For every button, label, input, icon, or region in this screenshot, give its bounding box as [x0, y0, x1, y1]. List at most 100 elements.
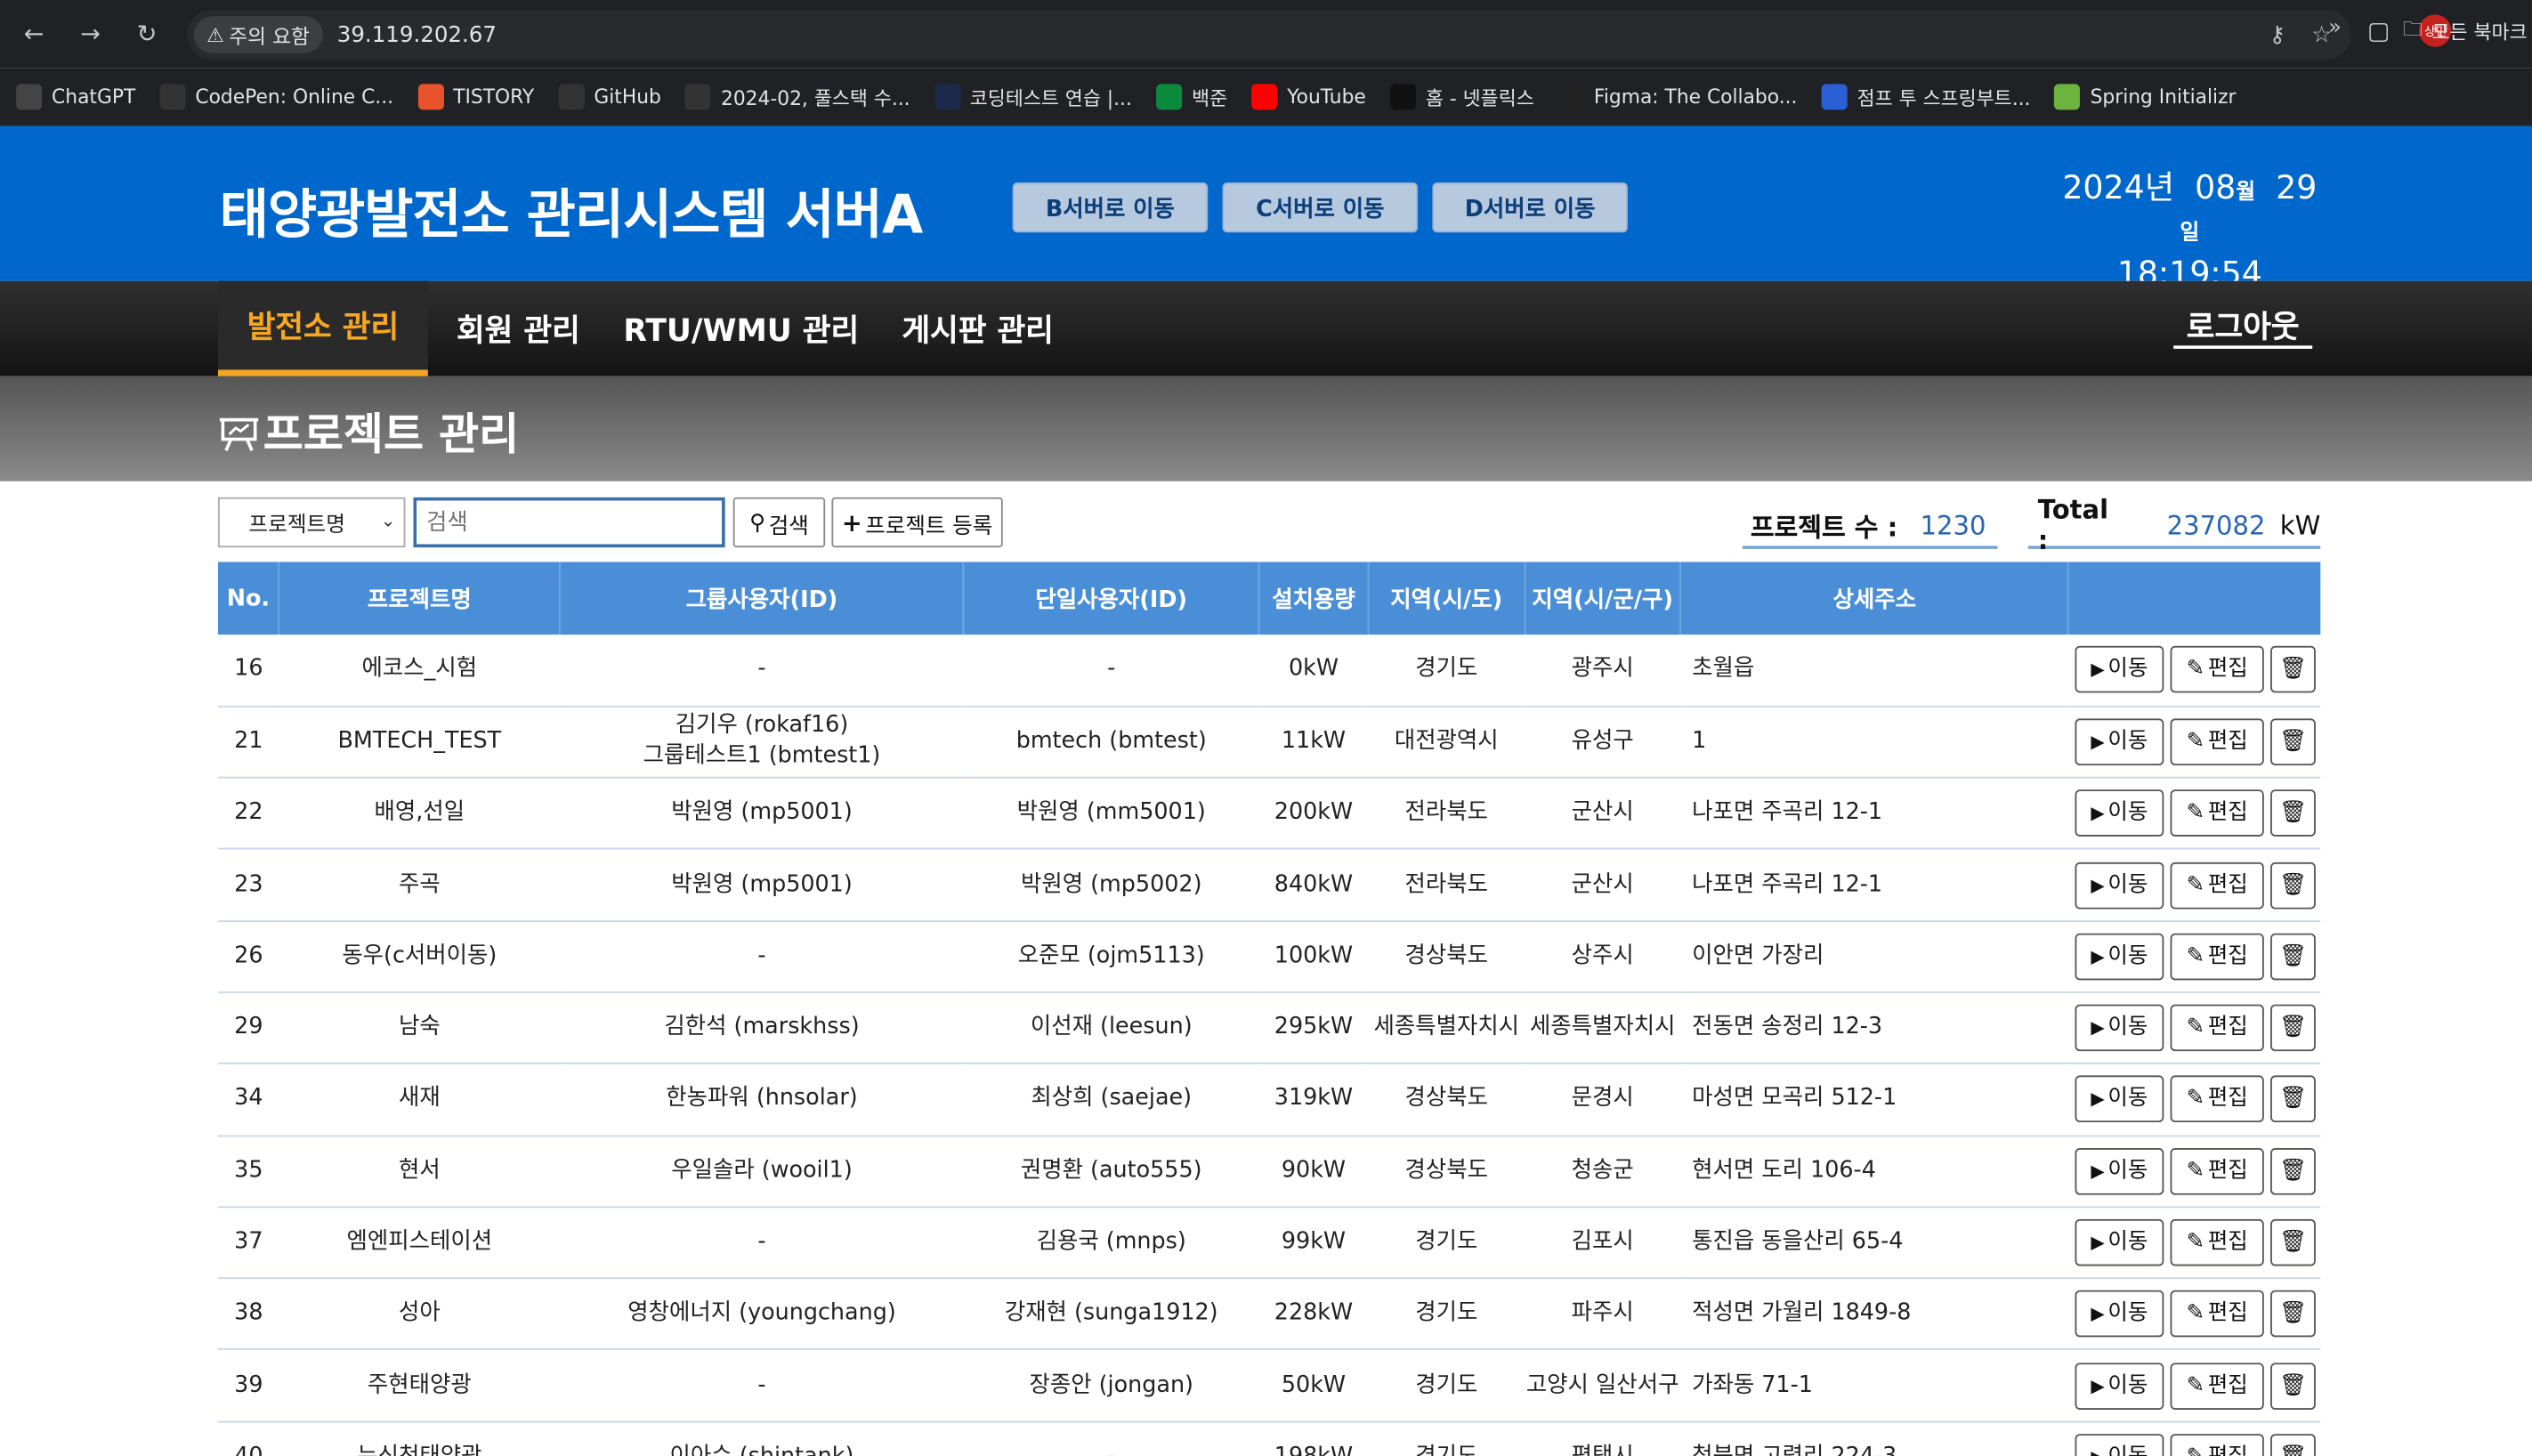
bookmark-item[interactable]: Spring Initializr	[2054, 84, 2237, 110]
edit-icon: ✎	[2186, 870, 2205, 897]
more-bookmarks-icon[interactable]: »	[2328, 16, 2341, 40]
move-button[interactable]: ▶이동	[2075, 1147, 2164, 1195]
youtube-icon	[1251, 84, 1278, 110]
bookmark-item[interactable]: YouTube	[1251, 84, 1366, 110]
delete-button[interactable]: 🗑	[2270, 933, 2316, 981]
register-project-button[interactable]: + 프로젝트 등록	[831, 497, 1003, 548]
trash-icon: 🗑	[2278, 728, 2307, 755]
move-button[interactable]: ▶이동	[2075, 1004, 2164, 1052]
edit-button[interactable]: ✎편집	[2170, 1076, 2264, 1123]
table-row[interactable]: 35 현서 우일솔라 (wooil1) 권명환 (auto555) 90kW 경상북도 청송…	[217, 1136, 2321, 1208]
move-button[interactable]: ▶이동	[2075, 718, 2164, 765]
table-cell: 1	[1692, 728, 1707, 755]
delete-button[interactable]: 🗑	[2270, 718, 2316, 765]
table-cell: -	[757, 656, 766, 683]
bookmark-item[interactable]: TISTORY	[417, 84, 534, 110]
bookmark-item[interactable]: 2024-02, 풀스택 수...	[685, 83, 910, 110]
search-button[interactable]: ⚲ 검색	[732, 497, 826, 548]
bookmark-item[interactable]: GitHub	[558, 84, 661, 110]
delete-button[interactable]: 🗑	[2270, 1147, 2316, 1195]
search-input[interactable]	[413, 497, 725, 548]
table-cell: 전동면 송정리 12-3	[1692, 1014, 1883, 1040]
delete-button[interactable]: 🗑	[2270, 1362, 2316, 1410]
delete-button[interactable]: 🗑	[2270, 646, 2316, 694]
table-row[interactable]: 37 엠엔피스테이션 - 김용국 (mnps) 99kW 경기도 김포시 통진읍 동을산리 6…	[217, 1207, 2321, 1279]
table-row[interactable]: 22 배영,선일 박원영 (mp5001) 박원영 (mm5001) 200kW 전라북도…	[217, 778, 2321, 850]
all-bookmarks-folder[interactable]: 🗀 모든 북마크	[2403, 14, 2528, 48]
delete-button[interactable]: 🗑	[2270, 1076, 2316, 1123]
table-row[interactable]: 39 주현태양광 - 장종안 (jongan) 50kW 경기도 고양시 일산서구 가좌동 7…	[217, 1350, 2321, 1422]
move-button[interactable]: ▶이동	[2075, 1076, 2164, 1123]
move-button[interactable]: ▶이동	[2075, 861, 2164, 909]
table-cell: 11kW	[1281, 728, 1347, 755]
bookmark-item[interactable]: Figma: The Collabo...	[1558, 84, 1797, 110]
table-cell: 강재현 (sunga1912)	[1004, 1300, 1218, 1327]
edit-button[interactable]: ✎편집	[2170, 789, 2264, 837]
table-row[interactable]: 26 동우(c서버이동) - 오준모 (ojm5113) 100kW 경상북도 상주시 이안면…	[217, 921, 2321, 992]
edit-button[interactable]: ✎편집	[2170, 1147, 2264, 1195]
url-text[interactable]: 39.119.202.67	[337, 21, 497, 47]
move-button[interactable]: ▶이동	[2075, 789, 2164, 837]
date-month-unit: 월	[2236, 181, 2256, 206]
table-row[interactable]: 16 에코스_시험 - - 0kW 경기도 광주시 초월읍 ▶ 이동 ✎ 편집 🗑	[217, 635, 2321, 707]
edit-button[interactable]: ✎편집	[2170, 646, 2264, 694]
nav-rtu-wmu-management[interactable]: RTU/WMU 관리	[622, 281, 862, 376]
forward-icon[interactable]: →	[71, 14, 110, 53]
move-server-c-button[interactable]: C서버로 이동	[1222, 182, 1419, 233]
move-server-b-button[interactable]: B서버로 이동	[1012, 182, 1209, 233]
table-cell: 26	[234, 942, 263, 969]
edit-button[interactable]: ✎편집	[2170, 1362, 2264, 1410]
bookmark-item[interactable]: 코딩테스트 연습 |...	[934, 83, 1132, 110]
edit-button[interactable]: ✎편집	[2170, 1290, 2264, 1338]
move-button[interactable]: ▶이동	[2075, 1290, 2164, 1338]
bookmark-item[interactable]: 점프 투 스프링부트...	[1821, 83, 2030, 110]
nav-member-management[interactable]: 회원 관리	[436, 281, 601, 376]
search-field-select[interactable]: 프로젝트명 ⌄	[217, 497, 406, 548]
delete-button[interactable]: 🗑	[2270, 1290, 2316, 1338]
delete-button[interactable]: 🗑	[2270, 1434, 2316, 1456]
extensions-icon[interactable]: ▢	[2367, 16, 2390, 45]
nav-board-management[interactable]: 게시판 관리	[885, 281, 1071, 376]
password-key-icon[interactable]: ⚷	[2269, 21, 2286, 47]
table-cell: 남숙	[398, 1014, 441, 1040]
delete-button[interactable]: 🗑	[2270, 861, 2316, 909]
move-button[interactable]: ▶이동	[2075, 1218, 2164, 1266]
edit-button[interactable]: ✎편집	[2170, 718, 2264, 765]
edit-icon: ✎	[2186, 1157, 2205, 1184]
nav-plant-management[interactable]: 발전소 관리	[217, 280, 428, 376]
delete-button[interactable]: 🗑	[2270, 1218, 2316, 1266]
bookmark-item[interactable]: 홈 - 넷플릭스	[1390, 83, 1534, 110]
edit-button[interactable]: ✎편집	[2170, 1434, 2264, 1456]
edit-button[interactable]: ✎편집	[2170, 1218, 2264, 1266]
edit-icon: ✎	[2186, 1086, 2205, 1112]
move-button[interactable]: ▶이동	[2075, 1362, 2164, 1410]
logout-button[interactable]: 로그아웃	[2173, 303, 2313, 349]
back-icon[interactable]: ←	[14, 14, 53, 53]
row-actions: ▶이동✎편집 🗑	[2068, 921, 2320, 992]
move-button[interactable]: ▶이동	[2075, 646, 2164, 694]
move-button[interactable]: ▶이동	[2075, 933, 2164, 981]
edit-button[interactable]: ✎편집	[2170, 1004, 2264, 1052]
move-button[interactable]: ▶이동	[2075, 1434, 2164, 1456]
move-server-d-button[interactable]: D서버로 이동	[1432, 182, 1628, 233]
edit-button[interactable]: ✎편집	[2170, 933, 2264, 981]
bookmark-label: Spring Initializr	[2090, 85, 2237, 109]
bookmark-item[interactable]: 백준	[1156, 83, 1227, 110]
table-row[interactable]: 23 주곡 박원영 (mp5001) 박원영 (mp5002) 840kW 전라북도 군산시…	[217, 849, 2321, 921]
table-cell: 이선재 (leesun)	[1030, 1014, 1193, 1040]
table-row[interactable]: 29 남숙 김한석 (marskhss) 이선재 (leesun) 295kW 세종특별자…	[217, 992, 2321, 1064]
date-year: 2024년	[2062, 167, 2175, 207]
bookmark-item[interactable]: CodePen: Online C...	[159, 84, 393, 110]
security-warning-chip[interactable]: ⚠ 주의 요함	[193, 16, 323, 53]
delete-button[interactable]: 🗑	[2270, 1004, 2316, 1052]
table-row[interactable]: 38 성아 영창에너지 (youngchang) 강재현 (sunga1912) 228…	[217, 1278, 2321, 1350]
address-bar[interactable]: ⚠ 주의 요함 39.119.202.67 ⚷ ☆	[187, 9, 2351, 61]
table-row[interactable]: 21 BMTECH_TEST 김기우 (rokaf16) 그룹테스트1 (bmtes…	[217, 706, 2321, 778]
delete-button[interactable]: 🗑	[2270, 789, 2316, 837]
table-row[interactable]: 34 새재 한농파워 (hnsolar) 최상희 (saejae) 319kW 경상북도 문…	[217, 1064, 2321, 1136]
edit-button[interactable]: ✎편집	[2170, 861, 2264, 909]
table-row[interactable]: 40누신천태양광이아수 (shintank)-198kW경기도평택시청북면 고렴…	[218, 1421, 2320, 1456]
table-cell: 한농파워 (hnsolar)	[666, 1086, 858, 1112]
reload-icon[interactable]: ↻	[127, 14, 166, 53]
bookmark-item[interactable]: ChatGPT	[16, 84, 135, 110]
